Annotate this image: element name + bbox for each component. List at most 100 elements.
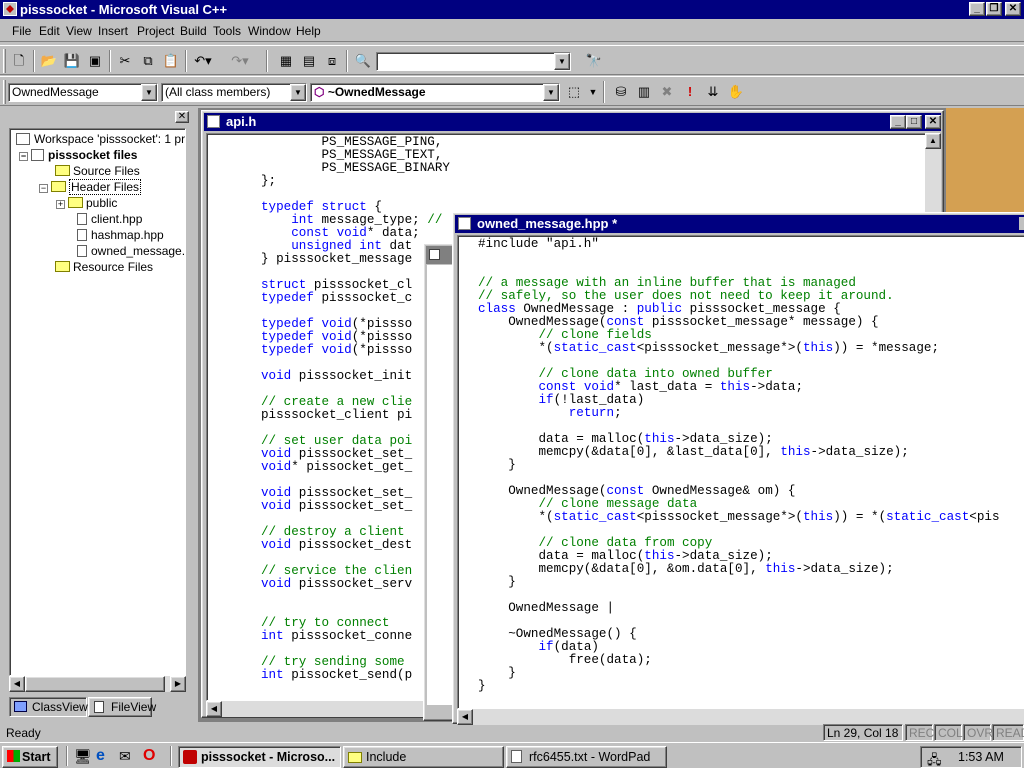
save-all-icon[interactable]: ▣: [84, 51, 106, 71]
collapse-icon[interactable]: −: [19, 152, 28, 161]
opera-icon[interactable]: O: [143, 747, 161, 765]
compile-icon[interactable]: ⛁: [610, 82, 632, 102]
tree-file[interactable]: hashmap.hpp: [77, 228, 164, 242]
code-line[interactable]: }: [478, 680, 1024, 693]
task-include[interactable]: Include: [343, 746, 504, 768]
task-wordpad[interactable]: rfc6455.txt - WordPad: [506, 746, 667, 768]
menu-project[interactable]: Project: [137, 20, 174, 42]
chevron-down-icon[interactable]: ▼: [554, 53, 570, 70]
stop-build-icon[interactable]: ✖: [656, 82, 678, 102]
scroll-thumb[interactable]: [25, 676, 165, 692]
owned-message-titlebar[interactable]: owned_message.hpp *: [455, 215, 1024, 233]
scroll-left-icon[interactable]: ◀: [457, 709, 473, 725]
minimize-icon[interactable]: _: [890, 115, 906, 129]
code-line[interactable]: PS_MESSAGE_BINARY: [261, 162, 925, 175]
clock[interactable]: 1:53 AM: [958, 750, 1004, 764]
tray-icon[interactable]: 🖧: [927, 750, 942, 767]
workspace-hscrollbar[interactable]: ◀ ▶: [9, 676, 186, 692]
find-combo[interactable]: ▼: [376, 52, 571, 71]
undo-icon[interactable]: ↶▾: [192, 51, 214, 71]
open-folder-icon[interactable]: 📂: [38, 51, 60, 71]
member-combo[interactable]: ⬡ ~OwnedMessage ▼: [310, 83, 560, 102]
outlook-express-icon[interactable]: ✉: [119, 748, 137, 765]
expand-icon[interactable]: +: [56, 200, 65, 209]
code-line[interactable]: }: [478, 459, 1024, 472]
menu-view[interactable]: View: [66, 20, 92, 42]
new-file-icon[interactable]: 🗋: [8, 51, 30, 71]
code-line[interactable]: *(static_cast<pisssocket_message*>(this)…: [478, 342, 1024, 355]
tree-public[interactable]: + public: [56, 196, 117, 210]
close-icon[interactable]: ✕: [175, 111, 189, 123]
code-line[interactable]: #include "api.h": [478, 238, 1024, 251]
internet-explorer-icon[interactable]: e: [96, 747, 114, 765]
scroll-left-icon[interactable]: ◀: [9, 676, 25, 692]
tree-source-files[interactable]: Source Files: [55, 164, 140, 178]
execute-icon[interactable]: !: [679, 82, 701, 102]
code-line[interactable]: }: [478, 576, 1024, 589]
code-line[interactable]: };: [261, 175, 925, 188]
menu-insert[interactable]: Insert: [98, 20, 128, 42]
code-line[interactable]: [478, 251, 1024, 264]
chevron-down-icon[interactable]: ▼: [543, 84, 559, 101]
tab-classview[interactable]: ClassView: [9, 697, 88, 717]
chevron-down-icon[interactable]: ▼: [290, 84, 306, 101]
code-line[interactable]: memcpy(&data[0], &last_data[0], this->da…: [478, 446, 1024, 459]
output-icon[interactable]: ▤: [298, 51, 320, 71]
owned-message-editor[interactable]: #include "api.h" // a message with an in…: [457, 235, 1024, 709]
chevron-down-icon[interactable]: ▼: [582, 82, 604, 102]
tree-project[interactable]: − pisssocket files: [19, 148, 137, 162]
menu-edit[interactable]: Edit: [39, 20, 60, 42]
task-pisssocket[interactable]: pisssocket - Microso...: [178, 746, 341, 768]
collapse-icon[interactable]: −: [39, 184, 48, 193]
code-line[interactable]: }: [478, 667, 1024, 680]
window-list-icon[interactable]: ⧈: [321, 51, 343, 71]
copy-icon[interactable]: ⧉: [137, 51, 159, 71]
build-icon[interactable]: ▥: [633, 82, 655, 102]
paste-icon[interactable]: 📋: [160, 51, 182, 71]
tree-header-files[interactable]: − Header Files: [39, 179, 142, 195]
api-h-titlebar[interactable]: api.h: [204, 113, 941, 131]
chevron-down-icon[interactable]: ▼: [141, 84, 157, 101]
code-line[interactable]: memcpy(&data[0], &om.data[0], this->data…: [478, 563, 1024, 576]
minimize-icon[interactable]: [1019, 217, 1024, 230]
save-icon[interactable]: 💾: [61, 51, 83, 71]
tab-fileview[interactable]: FileView: [88, 697, 156, 717]
code-line[interactable]: *(static_cast<pisssocket_message*>(this)…: [478, 511, 1024, 524]
menu-window[interactable]: Window: [248, 20, 291, 42]
workspace-icon[interactable]: ▦: [275, 51, 297, 71]
minimize-icon[interactable]: _: [969, 2, 985, 16]
owned-message-hscrollbar[interactable]: ◀: [457, 709, 1024, 725]
scroll-right-icon[interactable]: ▶: [170, 676, 186, 692]
scroll-left-icon[interactable]: ◀: [206, 701, 222, 717]
menu-tools[interactable]: Tools: [213, 20, 241, 42]
tree-root[interactable]: Workspace 'pisssocket': 1 proje: [16, 132, 185, 146]
folder-icon: [348, 752, 362, 763]
menu-build[interactable]: Build: [180, 20, 207, 42]
class-combo[interactable]: OwnedMessage ▼: [8, 83, 158, 102]
menu-help[interactable]: Help: [296, 20, 321, 42]
menu-file[interactable]: File: [12, 20, 31, 42]
breakpoint-hand-icon[interactable]: ✋: [725, 82, 747, 102]
code-line[interactable]: OwnedMessage |: [478, 602, 1024, 615]
code-line[interactable]: free(data);: [478, 654, 1024, 667]
show-desktop-icon[interactable]: 🖥: [74, 748, 92, 765]
restore-icon[interactable]: ❐: [986, 2, 1002, 16]
visual-cpp-icon[interactable]: [3, 2, 17, 16]
app-title: pisssocket - Microsoft Visual C++: [20, 2, 228, 17]
go-icon[interactable]: ⇊: [702, 82, 724, 102]
find-in-files-icon[interactable]: 🔍: [352, 51, 374, 71]
close-icon[interactable]: ✕: [1005, 2, 1021, 16]
tree-resource-files[interactable]: Resource Files: [55, 260, 153, 274]
cut-icon[interactable]: ✂: [114, 51, 136, 71]
close-icon[interactable]: ✕: [925, 115, 941, 129]
code-line[interactable]: return;: [478, 407, 1024, 420]
folder-icon: [68, 197, 83, 208]
filter-combo[interactable]: (All class members) ▼: [161, 83, 307, 102]
start-button[interactable]: Start: [2, 746, 58, 768]
tree-file[interactable]: owned_message.h: [77, 244, 185, 258]
redo-icon[interactable]: ↷▾: [229, 51, 251, 71]
find-icon[interactable]: 🔭: [583, 51, 605, 71]
tree-file[interactable]: client.hpp: [77, 212, 142, 226]
scroll-up-icon[interactable]: ▲: [925, 133, 941, 149]
maximize-icon[interactable]: □: [906, 115, 922, 129]
